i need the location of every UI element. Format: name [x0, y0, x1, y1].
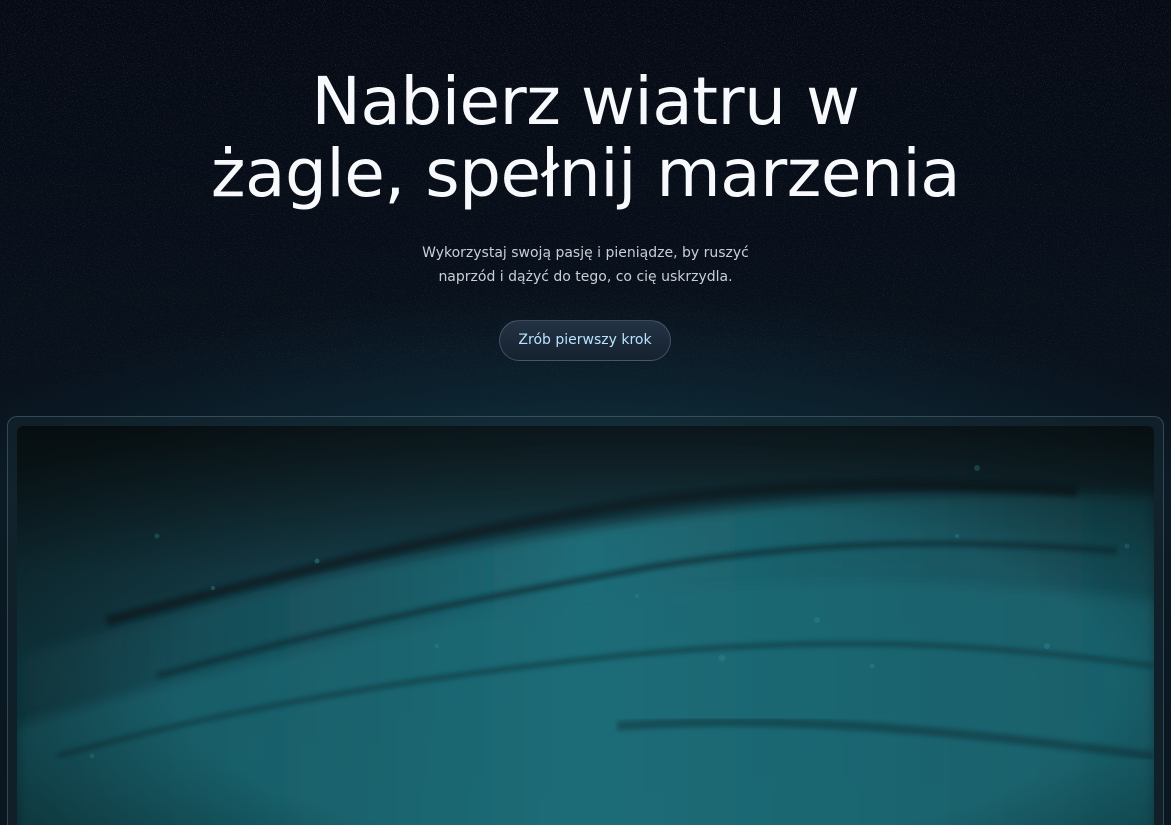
hero-media-frame: [7, 416, 1164, 825]
first-step-button[interactable]: Zrób pierwszy krok: [499, 320, 671, 361]
ocean-wave-illustration: [17, 426, 1154, 825]
hero-headline-line-1: Nabierz wiatru w: [311, 63, 860, 140]
hero-subtext-line-2: naprzód i dążyć do tego, co cię uskrzydl…: [438, 269, 733, 285]
hero-subtext-line-1: Wykorzystaj swoją pasję i pieniądze, by …: [422, 245, 749, 261]
ocean-wave-image: [17, 426, 1154, 825]
hero-subtext: Wykorzystaj swoją pasję i pieniądze, by …: [385, 241, 786, 289]
hero-headline-line-2: żagle, spełnij marzenia: [210, 135, 961, 212]
hero-headline: Nabierz wiatru w żagle, spełnij marzenia: [0, 66, 1171, 210]
